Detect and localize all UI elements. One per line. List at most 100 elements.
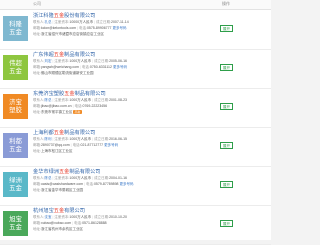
established-date: 2007-11-14 — [111, 20, 129, 24]
company-name-suffix: 有限公司 — [64, 208, 85, 214]
company-name-highlight: 五金 — [53, 130, 65, 136]
date-label: 成立日期: — [96, 20, 112, 24]
company-email: 2890737@qq.com — [40, 143, 70, 147]
company-name-suffix: 制品有限公司 — [74, 91, 106, 97]
phone-label: 电话: — [81, 65, 90, 69]
company-basic-info: 联系人:沈宝|注册资本:1000万人民币|成立日期:2010-10-20 — [33, 215, 127, 220]
separator: | — [72, 104, 74, 108]
contact-person-link[interactable]: 陈利 — [44, 137, 51, 141]
company-name-prefix: 金华市绿洲 — [33, 169, 59, 175]
company-logo[interactable]: 科隆五金 — [3, 16, 28, 41]
contact-person-link[interactable]: 孔总 — [44, 20, 51, 24]
contact-person-link[interactable]: 刘宏 — [44, 59, 51, 63]
date-label: 成立日期: — [94, 215, 110, 219]
expand-button[interactable]: 展开 — [220, 220, 233, 227]
company-address: 佛山市顺德区勒流街道新安工业园 — [40, 71, 94, 75]
more-phones-link[interactable]: 更多号码 — [113, 65, 127, 69]
company-name-link[interactable]: 东莞济宝塑胶五金制品有限公司 — [33, 90, 106, 97]
email-label: 邮箱: — [33, 104, 41, 108]
separator: | — [70, 143, 72, 147]
company-column-header: 公司 — [33, 1, 41, 6]
company-name-highlight: 五金 — [58, 169, 70, 175]
company-address: 浙江省绍兴市诸暨市应店街镇应店工业区 — [40, 32, 104, 36]
company-name-highlight: 五金 — [53, 52, 65, 58]
expand-button[interactable]: 展开 — [220, 25, 233, 32]
company-logo-text: 旭宝五金 — [9, 216, 22, 231]
company-name-link[interactable]: 杭州旭宝五金有限公司 — [33, 207, 85, 214]
address-label: 地址: — [33, 149, 41, 153]
separator: | — [77, 26, 78, 30]
capital-label: 注册资本: — [54, 20, 70, 24]
expand-button[interactable]: 展开 — [220, 142, 233, 149]
contact-person-link[interactable]: 陈总 — [44, 98, 51, 102]
company-logo[interactable]: 济宝塑胶 — [3, 94, 28, 119]
company-email: xubao@xubao.com — [40, 221, 72, 225]
expand-button[interactable]: 展开 — [220, 181, 233, 188]
company-address-info: 地址:佛山市顺德区勒流街道新安工业园 — [33, 71, 93, 76]
company-address-info: 地址:东莞市常平镇工业区 高新 — [33, 110, 82, 115]
expand-button[interactable]: 展开 — [220, 64, 233, 71]
company-contact-info: 邮箱:jibao@jibao.com.cn|电话:0769-22223456 — [33, 104, 107, 109]
company-logo-text: 利都五金 — [9, 138, 22, 153]
company-address: 浙江省金华市婺城区工业园 — [40, 188, 83, 192]
company-basic-info: 联系人:陈总|注册资本:1000万人民币|成立日期:2004-01-16 — [33, 176, 127, 181]
company-address-info: 地址:上海市松江区工业区 — [33, 149, 72, 154]
company-logo[interactable]: 利都五金 — [3, 133, 28, 158]
company-name-link[interactable]: 浙江科隆五金股份有限公司 — [33, 12, 95, 19]
more-phones-link[interactable]: 更多号码 — [104, 143, 118, 147]
separator: | — [72, 221, 74, 225]
company-contact-info: 邮箱:2890737@qq.com|电话:021-87712777更多号码 — [33, 143, 118, 148]
company-logo[interactable]: 绿洲五金 — [3, 172, 28, 197]
more-phones-link[interactable]: 更多号码 — [113, 26, 127, 30]
company-list-page: 公司 操作 科隆五金 浙江科隆五金股份有限公司 联系人:孔总|注册资本:10000万… — [0, 0, 271, 245]
company-name-suffix: 制品有限公司 — [64, 130, 96, 136]
address-label: 地址: — [33, 110, 41, 114]
separator: | — [84, 182, 85, 186]
status-badge: 高新 — [73, 110, 82, 115]
separator: | — [92, 215, 94, 219]
company-name-highlight: 五金 — [53, 208, 65, 214]
company-name-prefix: 上海利都 — [33, 130, 54, 136]
separator: | — [92, 59, 94, 63]
contact-label: 联系人: — [33, 176, 45, 180]
company-name-link[interactable]: 金华市绿洲五金制品有限公司 — [33, 168, 100, 175]
company-row: 济宝塑胶 东莞济宝塑胶五金制品有限公司 联系人:陈总|注册资本:1000万人民币|成… — [0, 88, 271, 128]
contact-person-link[interactable]: 陈总 — [44, 176, 51, 180]
company-name-link[interactable]: 上海利都五金制品有限公司 — [33, 129, 95, 136]
established-date: 2016-06-15 — [109, 137, 127, 141]
established-date: 2010-10-20 — [109, 215, 127, 219]
contact-label: 联系人: — [33, 59, 45, 63]
company-name-highlight: 五金 — [53, 13, 65, 19]
company-basic-info: 联系人:陈利|注册资本:1000万人民币|成立日期:2016-06-15 — [33, 137, 127, 142]
company-row: 旭宝五金 杭州旭宝五金有限公司 联系人:沈宝|注册资本:1000万人民币|成立日期:… — [0, 205, 271, 245]
address-label: 地址: — [33, 32, 41, 36]
list-header: 公司 操作 — [0, 0, 271, 10]
capital-label: 注册资本: — [54, 176, 70, 180]
expand-button[interactable]: 展开 — [220, 103, 233, 110]
company-logo[interactable]: 旭宝五金 — [3, 211, 28, 236]
company-contact-info: 邮箱:xubao@xubao.com|电话:0571-86128888 — [33, 221, 107, 226]
capital-label: 注册资本: — [54, 98, 70, 102]
address-label: 地址: — [33, 71, 41, 75]
registered-capital: 1000万人民币 — [69, 215, 92, 219]
company-basic-info: 联系人:刘宏|注册资本:1000万人民币|成立日期:2005-06-16 — [33, 59, 127, 64]
company-phone: 021-87712777 — [80, 143, 104, 147]
company-phone: 0571-86128888 — [82, 221, 107, 225]
established-date: 2005-06-16 — [109, 59, 127, 63]
company-logo[interactable]: 伟超五金 — [3, 55, 28, 80]
company-phone: 0579-87789898 — [93, 182, 119, 186]
company-basic-info: 联系人:孔总|注册资本:10000万人民币|成立日期:2007-11-14 — [33, 20, 129, 25]
company-row: 伟超五金 广东伟超五金制品有限公司 联系人:刘宏|注册资本:1000万人民币|成立日… — [0, 49, 271, 89]
established-date: 2001-08-23 — [109, 98, 127, 102]
capital-label: 注册资本: — [54, 59, 70, 63]
company-name-link[interactable]: 广东伟超五金制品有限公司 — [33, 51, 95, 58]
company-logo-text: 伟超五金 — [9, 60, 22, 75]
contact-person-link[interactable]: 沈宝 — [44, 215, 51, 219]
more-phones-link[interactable]: 更多号码 — [120, 182, 134, 186]
action-column-header: 操作 — [222, 1, 230, 6]
company-address-info: 地址:浙江省杭州市余杭区工业区 — [33, 227, 83, 232]
company-name-suffix: 制品有限公司 — [69, 169, 101, 175]
email-label: 邮箱: — [33, 143, 41, 147]
address-label: 地址: — [33, 188, 41, 192]
registered-capital: 10000万人民币 — [69, 20, 94, 24]
